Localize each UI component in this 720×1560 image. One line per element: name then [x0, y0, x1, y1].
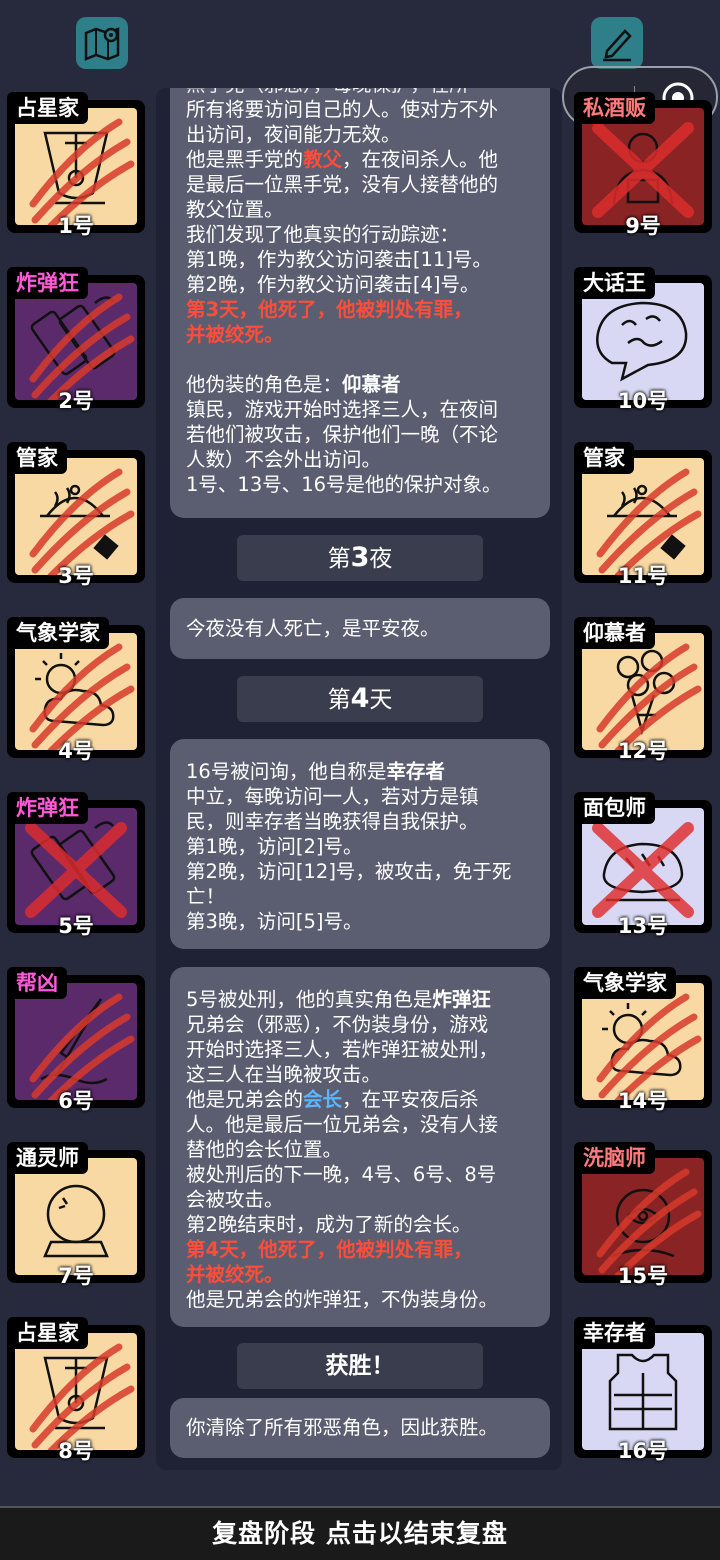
player-card-9[interactable]: 私酒贩 9号 [574, 92, 712, 238]
role-portrait [15, 1158, 137, 1275]
role-name-tag: 管家 [7, 442, 67, 474]
log-message-victory: 你清除了所有邪恶角色，因此获胜。 [170, 1398, 550, 1458]
role-portrait [582, 633, 704, 750]
player-number: 5号 [58, 914, 94, 938]
player-card-10[interactable]: 大话王 10号 [574, 267, 712, 413]
player-card-11[interactable]: 管家 11号 [574, 442, 712, 588]
role-name-tag: 面包师 [574, 792, 655, 824]
player-number: 4号 [58, 739, 94, 763]
phase-header-day-4: 第4天 [237, 676, 483, 722]
speech-bubble-icon [596, 301, 688, 382]
phase-header-victory: 获胜！ [237, 1343, 483, 1389]
brainwash-icon [596, 1168, 702, 1275]
log-message-peaceful-night: 今夜没有人死亡，是平安夜。 [170, 598, 550, 659]
role-portrait [15, 108, 137, 225]
player-number: 16号 [617, 1439, 669, 1463]
end-review-button[interactable]: 复盘阶段 点击以结束复盘 [0, 1506, 720, 1560]
role-name-tag: 占星家 [7, 92, 88, 124]
role-name-tag: 帮凶 [7, 967, 67, 999]
role-portrait [582, 1158, 704, 1275]
player-number: 6号 [58, 1089, 94, 1113]
log-message-bomber-executed: 5号被处刑，他的真实角色是炸弹狂 兄弟会（邪恶），不伪装身份，游戏 开始时选择三… [170, 967, 550, 1327]
role-portrait [582, 108, 704, 225]
role-portrait [582, 983, 704, 1100]
player-number: 14号 [617, 1089, 669, 1113]
player-number: 9号 [625, 214, 661, 238]
role-name-tag: 私酒贩 [574, 92, 655, 124]
player-card-6[interactable]: 帮凶 6号 [7, 967, 145, 1113]
player-card-2[interactable]: 炸弹狂 2号 [7, 267, 145, 413]
role-name-tag: 气象学家 [7, 617, 109, 649]
role-portrait [15, 983, 137, 1100]
role-name-tag: 管家 [574, 442, 634, 474]
player-number: 13号 [617, 914, 669, 938]
sextant-icon [29, 1343, 135, 1450]
player-number: 10号 [617, 389, 669, 413]
weather-icon [596, 993, 702, 1100]
role-name-tag: 大话王 [574, 267, 655, 299]
player-number: 8号 [58, 1439, 94, 1463]
role-name-tag: 通灵师 [7, 1142, 88, 1174]
end-review-label: 复盘阶段 点击以结束复盘 [212, 1519, 508, 1548]
bread-icon [592, 822, 694, 918]
player-card-5[interactable]: 炸弹狂 5号 [7, 792, 145, 938]
bootlegger-icon [592, 122, 694, 218]
player-number: 15号 [617, 1264, 669, 1288]
player-number: 3号 [58, 564, 94, 588]
butler-tray-icon [29, 468, 135, 575]
player-number: 1号 [58, 214, 94, 238]
player-number: 7号 [58, 1264, 94, 1288]
knife-icon [29, 993, 135, 1100]
player-card-7[interactable]: 通灵师 7号 [7, 1142, 145, 1288]
player-card-3[interactable]: 管家 3号 [7, 442, 145, 588]
role-name-tag: 炸弹狂 [7, 267, 88, 299]
role-name-tag: 幸存者 [574, 1317, 655, 1349]
log-message-survivor: 16号被问询，他自称是幸存者 中立，每晚访问一人，若对方是镇 民，则幸存者当晚获… [170, 739, 550, 949]
role-portrait [15, 1333, 137, 1450]
role-name-tag: 洗脑师 [574, 1142, 655, 1174]
player-number: 12号 [617, 739, 669, 763]
role-name-tag: 占星家 [7, 1317, 88, 1349]
role-name-tag: 炸弹狂 [7, 792, 88, 824]
log-message-godfather: 黑手党（邪恶），每晚保护，在所 所有将要访问自己的人。使对方不外 出访问，夜间能… [170, 88, 550, 518]
player-card-8[interactable]: 占星家 8号 [7, 1317, 145, 1463]
player-number: 11号 [617, 564, 669, 588]
player-card-16[interactable]: 幸存者 16号 [574, 1317, 712, 1463]
player-card-1[interactable]: 占星家 1号 [7, 92, 145, 238]
vest-icon [608, 1353, 678, 1431]
flower-bouquet-icon [596, 643, 702, 750]
role-portrait [582, 283, 704, 400]
butler-tray-icon [596, 468, 702, 575]
player-number: 2号 [58, 389, 94, 413]
bomb-icon [29, 293, 135, 400]
bomb-icon [25, 821, 127, 918]
role-portrait [15, 458, 137, 575]
player-card-14[interactable]: 气象学家 14号 [574, 967, 712, 1113]
role-portrait [582, 808, 704, 925]
role-portrait [582, 458, 704, 575]
pen-notes-icon [603, 29, 632, 62]
role-portrait [15, 633, 137, 750]
phase-header-night-3: 第3夜 [237, 535, 483, 581]
player-card-12[interactable]: 仰慕者 12号 [574, 617, 712, 763]
role-portrait [15, 808, 137, 925]
role-portrait [15, 283, 137, 400]
map-button[interactable] [76, 17, 128, 69]
role-name-tag: 仰慕者 [574, 617, 655, 649]
role-name-tag: 气象学家 [574, 967, 676, 999]
crystal-ball-icon [43, 1184, 109, 1258]
player-card-13[interactable]: 面包师 13号 [574, 792, 712, 938]
role-portrait [582, 1333, 704, 1450]
sextant-icon [29, 118, 135, 225]
map-icon [84, 27, 120, 61]
weather-icon [29, 643, 135, 750]
notes-button[interactable] [591, 17, 643, 69]
player-card-4[interactable]: 气象学家 4号 [7, 617, 145, 763]
player-card-15[interactable]: 洗脑师 15号 [574, 1142, 712, 1288]
